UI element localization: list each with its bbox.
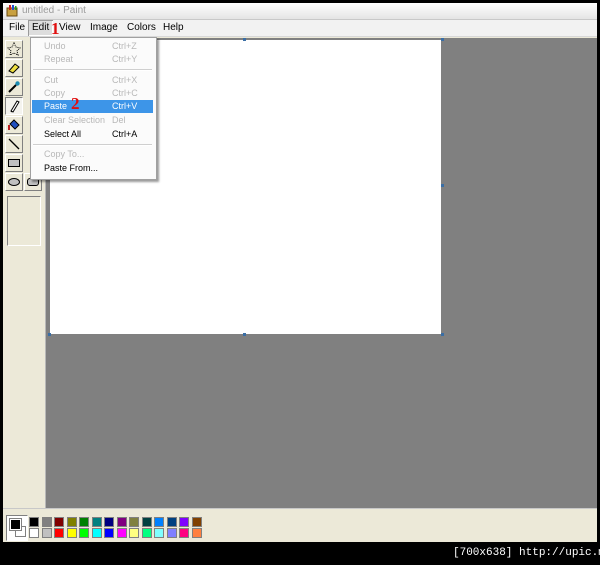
menu-item-select-all[interactable]: Select All Ctrl+A xyxy=(32,128,153,141)
palette-swatch[interactable] xyxy=(41,517,52,527)
palette-swatch[interactable] xyxy=(104,517,114,527)
palette-swatch[interactable] xyxy=(179,528,189,538)
palette-swatch[interactable] xyxy=(116,528,127,538)
eraser-tool[interactable] xyxy=(5,59,23,77)
paint-app-icon xyxy=(6,5,18,17)
palette-swatch[interactable] xyxy=(129,517,139,527)
palette-swatch[interactable] xyxy=(91,517,102,527)
palette-swatch[interactable] xyxy=(104,528,114,538)
palette-swatch[interactable] xyxy=(66,517,77,527)
pencil-tool[interactable] xyxy=(5,97,23,115)
menu-file[interactable]: File xyxy=(5,20,29,36)
color-palette xyxy=(3,508,597,542)
palette-swatch[interactable] xyxy=(141,517,152,527)
palette-swatch[interactable] xyxy=(191,528,202,538)
line-tool[interactable] xyxy=(5,135,23,153)
window-title: untitled - Paint xyxy=(22,5,86,16)
canvas-handle-bottom-left xyxy=(48,333,51,336)
color-picker-icon xyxy=(8,81,20,93)
watermark-text: [700x638] http://upic.me/ xyxy=(453,547,600,559)
rectangle-tool[interactable] xyxy=(5,154,23,172)
menu-colors[interactable]: Colors xyxy=(123,20,160,36)
canvas-handle-bottom[interactable] xyxy=(243,333,246,336)
palette-swatch[interactable] xyxy=(154,528,164,538)
palette-swatch[interactable] xyxy=(116,517,127,527)
edit-menu-dropdown: Undo Ctrl+Z Repeat Ctrl+Y Cut Ctrl+X Copy Ct… xyxy=(30,37,157,180)
eraser-icon xyxy=(8,63,20,74)
foreground-color-swatch[interactable] xyxy=(9,518,22,531)
line-icon xyxy=(8,138,20,150)
menu-item-paste[interactable]: Paste Ctrl+V xyxy=(32,100,153,113)
current-colors[interactable] xyxy=(6,515,28,541)
menu-item-clear-selection[interactable]: Clear Selection Del xyxy=(32,114,153,127)
title-bar: untitled - Paint xyxy=(3,3,597,20)
select-tool[interactable] xyxy=(5,40,23,58)
annotation-step-2: 2 xyxy=(71,94,80,113)
tool-options-box[interactable] xyxy=(7,196,41,246)
ellipse-tool[interactable] xyxy=(5,173,23,191)
select-icon xyxy=(7,42,21,56)
palette-swatch[interactable] xyxy=(66,528,77,538)
menu-item-copy[interactable]: Copy Ctrl+C xyxy=(32,87,153,100)
menu-item-paste-from[interactable]: Paste From... xyxy=(32,162,153,175)
palette-swatch[interactable] xyxy=(79,528,89,538)
palette-swatch[interactable] xyxy=(29,517,39,527)
palette-swatch[interactable] xyxy=(29,528,39,538)
canvas-handle-bottom-right[interactable] xyxy=(441,333,444,336)
fill-tool[interactable] xyxy=(5,116,23,134)
palette-swatch[interactable] xyxy=(41,528,52,538)
pencil-icon xyxy=(10,100,20,113)
menu-separator xyxy=(33,69,152,71)
menu-image[interactable]: Image xyxy=(86,20,122,36)
palette-swatch[interactable] xyxy=(166,517,177,527)
palette-swatch[interactable] xyxy=(129,528,139,538)
menu-item-repeat[interactable]: Repeat Ctrl+Y xyxy=(32,53,153,66)
palette-swatch[interactable] xyxy=(154,517,164,527)
menu-help[interactable]: Help xyxy=(159,20,188,36)
palette-swatch[interactable] xyxy=(141,528,152,538)
canvas-handle-right[interactable] xyxy=(441,184,444,187)
canvas-handle-top xyxy=(243,38,246,41)
fill-icon xyxy=(8,119,20,130)
rectangle-icon xyxy=(8,159,20,167)
annotation-step-1: 1 xyxy=(51,19,60,38)
palette-swatch[interactable] xyxy=(179,517,189,527)
menu-edit[interactable]: Edit xyxy=(28,20,54,36)
palette-swatch[interactable] xyxy=(166,528,177,538)
menu-bar: File Edit View Image Colors Help xyxy=(3,20,597,37)
palette-swatch[interactable] xyxy=(191,517,202,527)
menu-item-copy-to[interactable]: Copy To... xyxy=(32,148,153,161)
palette-swatch[interactable] xyxy=(91,528,102,538)
canvas-handle-top-right xyxy=(441,38,444,41)
menu-separator xyxy=(33,144,152,146)
paint-window: untitled - Paint File Edit View Image Co… xyxy=(2,2,598,543)
ellipse-icon xyxy=(8,178,20,186)
palette-swatch[interactable] xyxy=(54,528,64,538)
palette-swatch[interactable] xyxy=(79,517,89,527)
color-picker-tool[interactable] xyxy=(5,78,23,96)
menu-item-cut[interactable]: Cut Ctrl+X xyxy=(32,74,153,87)
palette-swatch[interactable] xyxy=(54,517,64,527)
menu-item-undo[interactable]: Undo Ctrl+Z xyxy=(32,40,153,53)
